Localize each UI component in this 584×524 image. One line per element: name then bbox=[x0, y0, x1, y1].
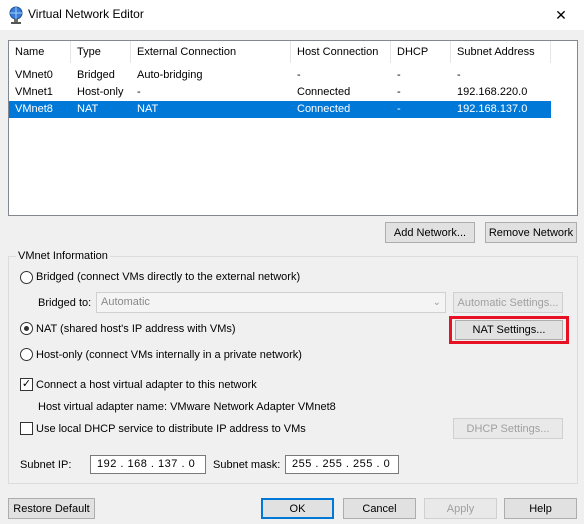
ok-button[interactable]: OK bbox=[261, 498, 334, 519]
close-button[interactable]: ✕ bbox=[538, 0, 584, 30]
cell-type: Bridged bbox=[77, 69, 115, 81]
bridged-to-label: Bridged to: bbox=[38, 297, 92, 309]
cell-external: NAT bbox=[137, 103, 159, 115]
remove-network-button[interactable]: Remove Network bbox=[485, 222, 577, 243]
network-row-vmnet8[interactable]: VMnet8 NAT NAT Connected - 192.168.137.0 bbox=[9, 101, 551, 118]
cell-name: VMnet0 bbox=[15, 69, 53, 81]
add-network-button[interactable]: Add Network... bbox=[385, 222, 475, 243]
cell-host: Connected bbox=[297, 86, 351, 98]
cell-type: Host-only bbox=[77, 86, 124, 98]
cell-dhcp: - bbox=[397, 69, 401, 81]
dhcp-checkbox[interactable] bbox=[20, 422, 33, 435]
cell-subnet: 192.168.220.0 bbox=[457, 86, 528, 98]
subnet-mask-label: Subnet mask: bbox=[213, 459, 281, 471]
dhcp-label[interactable]: Use local DHCP service to distribute IP … bbox=[36, 423, 306, 435]
cell-host: - bbox=[297, 69, 301, 81]
bridged-radio[interactable] bbox=[20, 271, 33, 284]
chevron-down-icon: ⌄ bbox=[432, 297, 441, 308]
window-title: Virtual Network Editor bbox=[28, 7, 144, 21]
cell-type: NAT bbox=[77, 103, 99, 115]
cell-name: VMnet8 bbox=[15, 103, 53, 115]
network-row-vmnet0[interactable]: VMnet0 Bridged Auto-bridging - - - bbox=[9, 67, 551, 84]
cell-subnet: 192.168.137.0 bbox=[457, 103, 528, 115]
title-bar: Virtual Network Editor ✕ bbox=[0, 0, 584, 30]
network-list[interactable]: Name Type External Connection Host Conne… bbox=[8, 40, 578, 216]
help-button[interactable]: Help bbox=[504, 498, 577, 519]
adapter-name-text: Host virtual adapter name: VMware Networ… bbox=[38, 401, 336, 413]
host-only-label[interactable]: Host-only (connect VMs internally in a p… bbox=[36, 349, 302, 361]
connect-adapter-label[interactable]: Connect a host virtual adapter to this n… bbox=[36, 379, 257, 391]
cell-external: - bbox=[137, 86, 141, 98]
cell-host: Connected bbox=[297, 103, 351, 115]
cell-dhcp: - bbox=[397, 86, 401, 98]
cell-external: Auto-bridging bbox=[137, 69, 203, 81]
subnet-mask-field[interactable]: 255 . 255 . 255 . 0 bbox=[285, 455, 399, 474]
apply-button[interactable]: Apply bbox=[424, 498, 497, 519]
automatic-settings-button[interactable]: Automatic Settings... bbox=[453, 292, 563, 313]
nat-settings-button[interactable]: NAT Settings... bbox=[455, 320, 563, 340]
column-header-name[interactable]: Name bbox=[9, 41, 71, 63]
subnet-ip-field[interactable]: 192 . 168 . 137 . 0 bbox=[90, 455, 206, 474]
restore-default-button[interactable]: Restore Default bbox=[8, 498, 95, 519]
subnet-ip-label: Subnet IP: bbox=[20, 459, 72, 471]
close-icon: ✕ bbox=[555, 6, 567, 23]
list-header: Name Type External Connection Host Conne… bbox=[9, 41, 577, 63]
network-row-vmnet1[interactable]: VMnet1 Host-only - Connected - 192.168.2… bbox=[9, 84, 551, 101]
nat-label[interactable]: NAT (shared host's IP address with VMs) bbox=[36, 323, 236, 335]
column-header-subnet-address[interactable]: Subnet Address bbox=[451, 41, 551, 63]
cell-dhcp: - bbox=[397, 103, 401, 115]
host-only-radio[interactable] bbox=[20, 348, 33, 361]
column-header-host-connection[interactable]: Host Connection bbox=[291, 41, 391, 63]
cell-subnet: - bbox=[457, 69, 461, 81]
bridged-to-value: Automatic bbox=[101, 296, 150, 308]
nat-radio[interactable] bbox=[20, 322, 33, 335]
cancel-button[interactable]: Cancel bbox=[343, 498, 416, 519]
cell-name: VMnet1 bbox=[15, 86, 53, 98]
connect-adapter-checkbox[interactable]: ✓ bbox=[20, 378, 33, 391]
dialog-client-area: Name Type External Connection Host Conne… bbox=[0, 30, 584, 524]
vmnet-information-group bbox=[8, 256, 578, 484]
column-header-dhcp[interactable]: DHCP bbox=[391, 41, 451, 63]
group-title: VMnet Information bbox=[16, 250, 110, 262]
network-globe-icon bbox=[9, 6, 23, 24]
dhcp-settings-button[interactable]: DHCP Settings... bbox=[453, 418, 563, 439]
column-header-external-connection[interactable]: External Connection bbox=[131, 41, 291, 63]
bridged-label[interactable]: Bridged (connect VMs directly to the ext… bbox=[36, 271, 300, 283]
column-header-type[interactable]: Type bbox=[71, 41, 131, 63]
bridged-to-select[interactable]: Automatic ⌄ bbox=[96, 292, 446, 313]
